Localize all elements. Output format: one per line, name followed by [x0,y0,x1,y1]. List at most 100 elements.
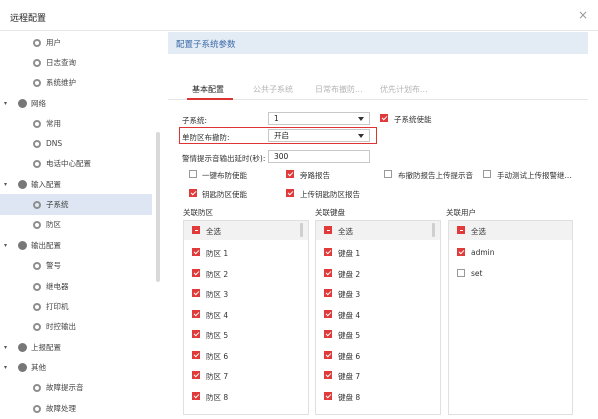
sidebar-item[interactable]: 警号 [0,255,152,276]
sidebar-item-label: 时控输出 [46,322,76,331]
key-zone-report-checkbox[interactable] [286,189,294,197]
sidebar-item[interactable]: 故障处理 [0,398,152,419]
sidebar-item-label: 常用 [46,119,61,128]
config-panel: 配置子系统参数 基本配置 公共子系统 日常布撤防... 优先计划布... 子系统… [168,32,588,415]
sidebar-item[interactable]: 时控输出 [0,316,152,337]
select-all-label: 全选 [471,227,486,236]
list-item-checkbox[interactable] [192,309,200,318]
list-item-checkbox[interactable] [324,371,332,379]
list-item-label: 防区 6 [206,351,229,361]
key-zone-enable-label: 钥匙防区使能 [202,190,247,199]
list-item-checkbox[interactable] [324,350,332,359]
sidebar-item-label: 网络 [31,99,46,108]
sidebar-item-label: 警号 [46,261,61,270]
select-all-label: 全选 [338,227,353,236]
list-item-checkbox[interactable] [192,391,200,400]
key-zone-report-label: 上传钥匙防区报告 [300,190,360,199]
list-item-checkbox[interactable] [192,268,200,277]
list-scrollbar[interactable] [300,223,303,237]
select-all-checkbox[interactable] [192,226,200,234]
alarm-delay-input[interactable]: 300 [268,150,370,163]
gear-icon [33,261,41,270]
gear-icon [33,139,41,148]
sidebar-item[interactable]: 用户 [0,32,152,53]
subsystem-enable-checkbox[interactable] [380,114,388,122]
sidebar-item[interactable]: 防区 [0,214,152,235]
chevron-down-icon[interactable]: ▾ [4,181,7,188]
one-key-arm-checkbox[interactable] [189,170,197,178]
sidebar-scrollbar[interactable] [156,132,160,282]
sidebar-item[interactable]: ▾ 输入配置 [0,174,152,195]
chevron-down-icon[interactable]: ▾ [4,100,7,107]
chevron-down-icon[interactable]: ▾ [4,364,7,371]
alarm-delay-value: 300 [274,152,289,161]
manual-test-label: 手动测试上传报警继... [497,171,572,180]
list-item-label: 键盘 7 [338,372,361,381]
sidebar-item[interactable]: 系统维护 [0,72,152,93]
sidebar-item-label: 继电器 [46,282,69,291]
sidebar-item-label: 输入配置 [31,180,61,189]
select-all-label: 全选 [206,227,221,236]
window-title: 远程配置 [10,14,47,24]
gear-icon [33,322,41,331]
tab-basic-config[interactable]: 基本配置 [192,84,224,95]
list-item-checkbox[interactable] [324,330,332,338]
chevron-down-icon [358,134,364,138]
sidebar-item[interactable]: 日志查询 [0,52,152,73]
folder-icon [18,180,27,189]
chevron-down-icon[interactable]: ▾ [4,344,7,351]
sidebar-item[interactable]: ▾ 网络 [0,93,152,114]
list-item-checkbox[interactable] [324,268,332,277]
list-item-checkbox[interactable] [324,391,332,400]
list-item-checkbox[interactable] [192,350,200,359]
tab-public-subsystem[interactable]: 公共子系统 [253,84,293,95]
list-item-checkbox[interactable] [324,289,332,297]
list-header [449,221,572,240]
sidebar-item[interactable]: 常用 [0,113,152,134]
subsystem-select[interactable]: 1 [268,112,370,125]
gear-icon [33,38,41,47]
zones-list[interactable]: 全选 防区 1 防区 2 防区 3 防区 4 防区 5 防区 6 防区 7 防区 8 [183,220,309,415]
key-zone-enable-checkbox[interactable] [189,189,197,197]
one-key-arm-label: 一键布防使能 [202,171,247,180]
sidebar-item[interactable]: 打印机 [0,296,152,317]
manual-test-checkbox[interactable] [483,170,491,178]
window-titlebar: 远程配置 × [0,0,598,31]
keypads-list[interactable]: 全选 键盘 1 键盘 2 键盘 3 键盘 4 键盘 5 键盘 6 键盘 7 键盘 8 [315,220,441,415]
single-zone-select[interactable]: 开启 [268,129,370,142]
sidebar-item[interactable]: ▾ 其他 [0,357,152,378]
list-scrollbar[interactable] [432,223,435,237]
sidebar-item[interactable]: ▾ 输出配置 [0,235,152,256]
list-item-checkbox[interactable] [192,248,200,256]
subsystem-label: 子系统: [182,116,208,125]
list-item-checkbox[interactable] [324,309,332,318]
sidebar-item[interactable]: DNS [0,133,152,154]
list-item-checkbox[interactable] [457,248,465,256]
list-item-label: 防区 3 [206,290,229,299]
sidebar-item-label: 防区 [46,220,61,229]
select-all-checkbox[interactable] [324,226,332,234]
gear-icon [33,119,41,128]
list-item-checkbox[interactable] [457,268,465,277]
users-list[interactable]: 全选 admin set [448,220,573,415]
list-item-checkbox[interactable] [192,371,200,379]
sidebar-item[interactable]: 子系统 [0,194,152,215]
sidebar-item-label: 其他 [31,363,46,372]
list-item-label: 键盘 5 [338,331,361,340]
select-all-checkbox[interactable] [457,226,465,234]
sidebar-item[interactable]: 电话中心配置 [0,153,152,174]
list-item-checkbox[interactable] [324,248,332,256]
sidebar-item[interactable]: ▾ 上报配置 [0,337,152,358]
close-icon[interactable]: × [578,8,588,22]
sidebar-item[interactable]: 继电器 [0,276,152,297]
sidebar-item-label: DNS [46,139,63,148]
list-item-checkbox[interactable] [192,330,200,338]
tab-priority-plan[interactable]: 优先计划布... [380,84,428,95]
chevron-down-icon[interactable]: ▾ [4,242,7,249]
tab-daily-arming[interactable]: 日常布撤防... [315,84,363,95]
sidebar-item[interactable]: 故障提示音 [0,377,152,398]
bypass-report-checkbox[interactable] [286,170,294,178]
list-item-checkbox[interactable] [192,289,200,297]
arm-report-tone-checkbox[interactable] [384,170,392,178]
panel-header: 配置子系统参数 [168,32,588,54]
